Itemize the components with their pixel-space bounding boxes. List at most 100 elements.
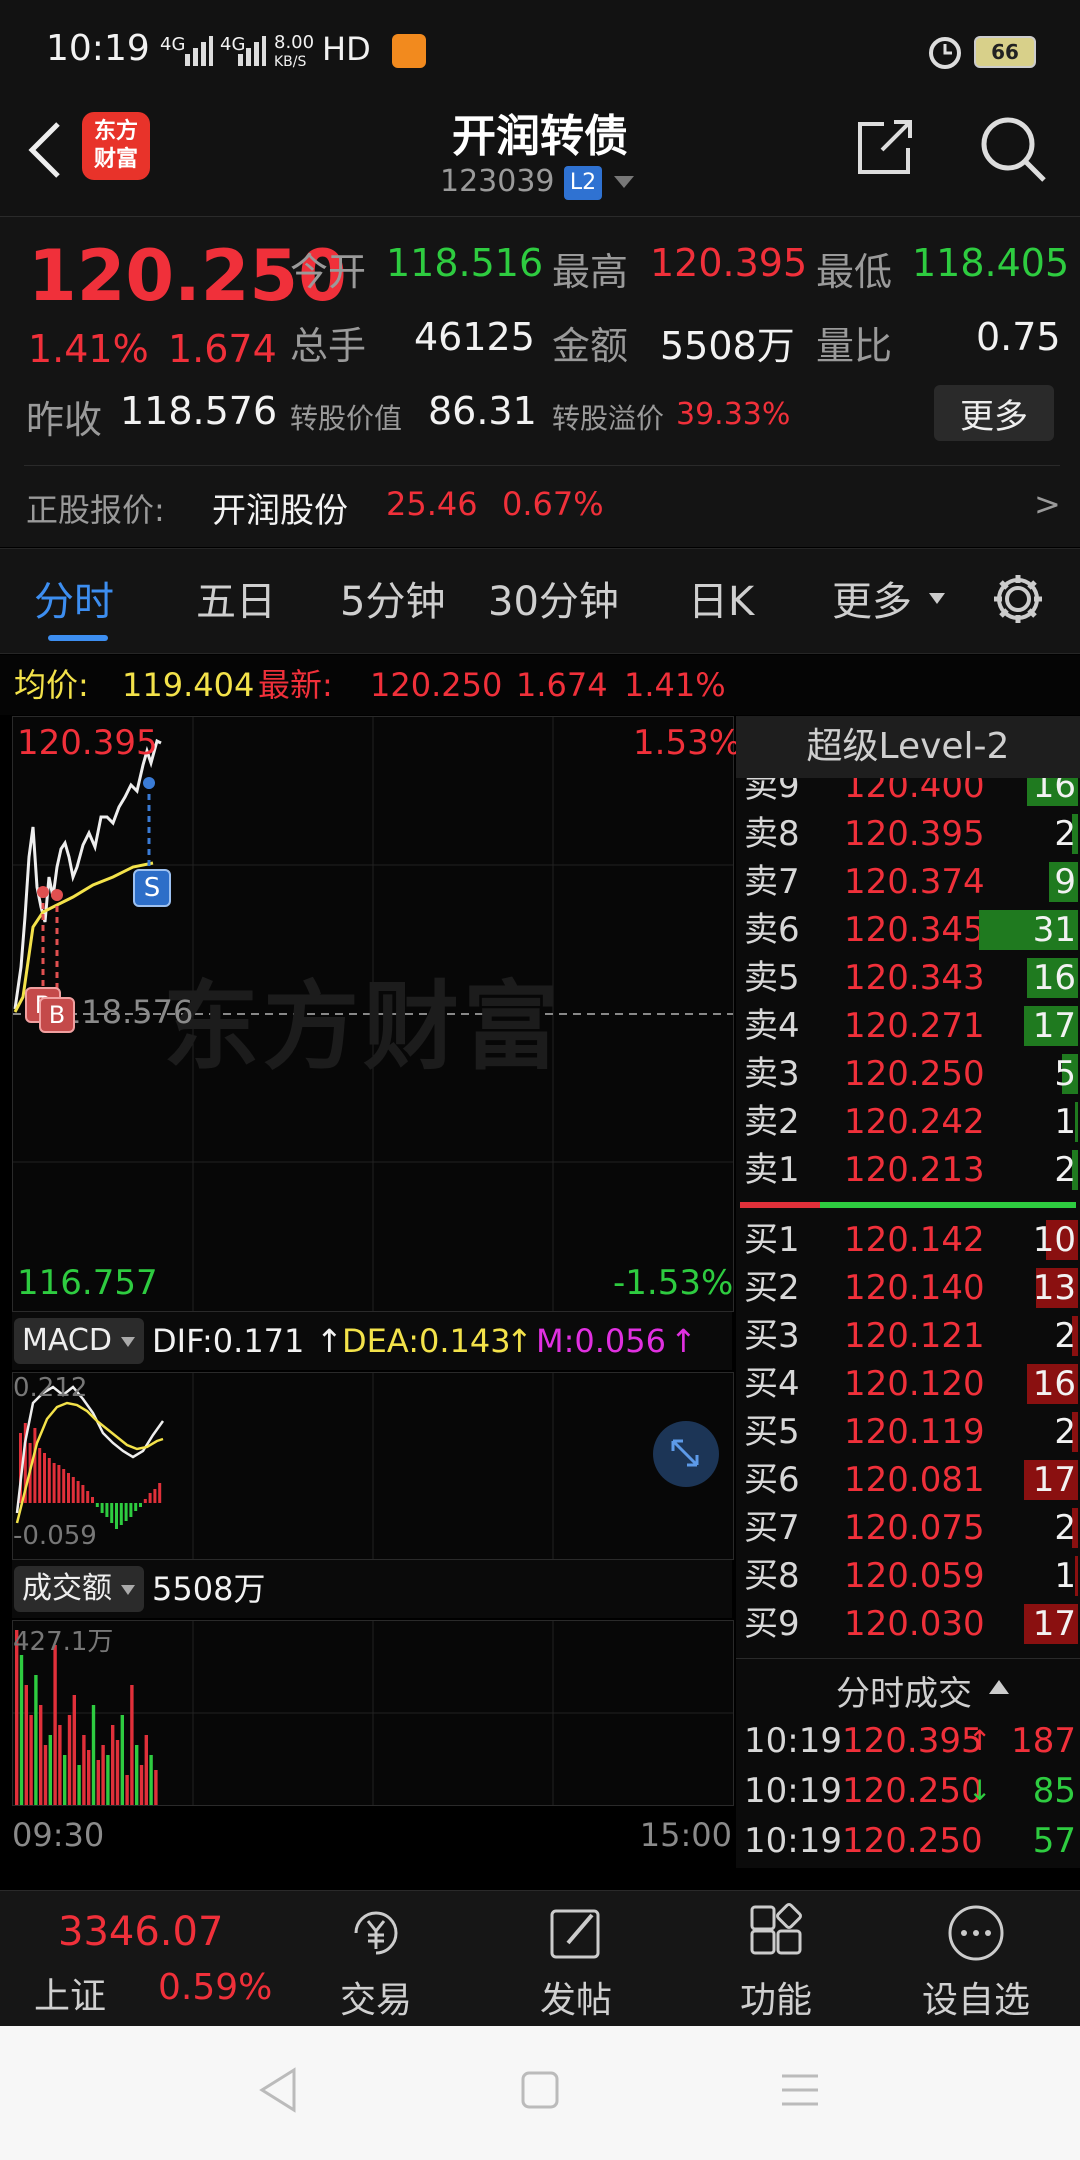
- tab-daily-k[interactable]: 日K: [688, 569, 754, 627]
- l2-badge[interactable]: L2: [564, 166, 602, 200]
- sell-row[interactable]: 卖5 120.343 16: [736, 954, 1080, 1002]
- system-home-icon[interactable]: [520, 2070, 560, 2110]
- bond-code: 123039: [440, 164, 555, 199]
- chart-top-price: 120.395: [17, 723, 158, 763]
- conversion-value: 86.31: [428, 389, 537, 433]
- search-icon[interactable]: [978, 114, 1048, 184]
- tab-5min[interactable]: 5分钟: [340, 569, 445, 627]
- tab-30min[interactable]: 30分钟: [488, 569, 619, 627]
- price-change: 1.674: [168, 327, 277, 371]
- back-arrow-icon[interactable]: [22, 118, 66, 182]
- sell-qty: 2: [1054, 1150, 1076, 1190]
- buy-price: 120.120: [844, 1364, 985, 1404]
- tab-five-day[interactable]: 五日: [196, 569, 276, 627]
- intraday-info-line: 均价: 119.404 最新: 120.250 1.674 1.41%: [0, 655, 1080, 715]
- more-button[interactable]: 更多: [934, 385, 1054, 441]
- buy-row[interactable]: 买1 120.142 10: [736, 1216, 1080, 1264]
- buy-row[interactable]: 买5 120.119 2: [736, 1408, 1080, 1456]
- tab-intraday[interactable]: 分时: [34, 569, 114, 627]
- macd-histogram-bar: [57, 1465, 61, 1503]
- volume-bar: [139, 1765, 144, 1805]
- trade-row: 10:19 120.395 ↑ 187: [736, 1716, 1080, 1766]
- sell-marker[interactable]: S: [133, 869, 171, 907]
- m-up-arrow-icon: ↑: [670, 1322, 697, 1360]
- macd-histogram-bar: [143, 1499, 147, 1503]
- sell-price: 120.242: [844, 1102, 985, 1142]
- buy-price: 120.075: [844, 1508, 985, 1548]
- alarm-icon: [929, 37, 961, 69]
- buy-row[interactable]: 买9 120.030 17: [736, 1600, 1080, 1648]
- sell-row[interactable]: 卖6 120.345 31: [736, 906, 1080, 954]
- system-back-icon[interactable]: [256, 2066, 300, 2114]
- buy-level-label: 买2: [744, 1268, 800, 1308]
- trades-title[interactable]: 分时成交: [836, 1666, 972, 1715]
- nav-trade[interactable]: 交易: [276, 1891, 476, 2027]
- macd-histogram-bar: [76, 1481, 80, 1503]
- buy-qty: 10: [1032, 1220, 1076, 1260]
- share-icon[interactable]: [854, 114, 918, 178]
- nav-trade-label: 交易: [339, 1980, 412, 2021]
- macd-histogram-bar: [33, 1428, 37, 1503]
- divider: [24, 465, 1060, 466]
- settings-gear-icon[interactable]: [990, 571, 1046, 627]
- stock-arrow-icon[interactable]: >: [1034, 485, 1061, 523]
- nav-functions[interactable]: 功能: [676, 1891, 876, 2027]
- sell-row[interactable]: 卖8 120.395 2: [736, 810, 1080, 858]
- buy-level-label: 买7: [744, 1508, 800, 1548]
- tab-more[interactable]: 更多: [832, 569, 912, 627]
- trade-qty: 85: [1032, 1771, 1076, 1811]
- level2-title[interactable]: 超级Level-2: [736, 716, 1080, 778]
- latest-label: 最新:: [258, 666, 333, 704]
- expand-chart-button[interactable]: [653, 1421, 719, 1487]
- dropdown-icon[interactable]: [120, 1336, 136, 1348]
- sell-row[interactable]: 卖1 120.213 2: [736, 1146, 1080, 1194]
- stock-name[interactable]: 开润股份: [212, 483, 348, 532]
- intraday-chart[interactable]: 东方财富 120.395 1.53% 118.576 116.757 -1.53…: [12, 716, 741, 1312]
- buy-row[interactable]: 买3 120.121 2: [736, 1312, 1080, 1360]
- conversion-premium-label: 转股溢价: [552, 402, 665, 435]
- status-bar: 10:19 4G 4G 8.00 KB/S HD 66: [0, 0, 1080, 100]
- sell-row[interactable]: 卖3 120.250 5: [736, 1050, 1080, 1098]
- sell-row[interactable]: 卖7 120.374 9: [736, 858, 1080, 906]
- dropdown-icon[interactable]: [120, 1584, 136, 1596]
- buy-row[interactable]: 买2 120.140 13: [736, 1264, 1080, 1312]
- macd-histogram-bar: [100, 1503, 104, 1513]
- buy-level-label: 买8: [744, 1556, 800, 1596]
- dropdown-triangle-icon[interactable]: [612, 172, 636, 192]
- nav-post[interactable]: 发帖: [476, 1891, 676, 2027]
- trade-row: 10:19 120.250 ↓ 85: [736, 1766, 1080, 1816]
- buy-row[interactable]: 买6 120.081 17: [736, 1456, 1080, 1504]
- buy-price: 120.059: [844, 1556, 985, 1596]
- volume-bar: [39, 1705, 43, 1805]
- volume-bar: [130, 1685, 134, 1805]
- volume-top-value: 427.1万: [13, 1627, 114, 1657]
- volume-chart[interactable]: 427.1万: [12, 1620, 734, 1806]
- volume-bar: [67, 1715, 72, 1805]
- trade-time: 10:19: [744, 1721, 842, 1761]
- buy-level-label: 买1: [744, 1220, 800, 1260]
- latest-value: 120.250: [370, 666, 503, 704]
- collapse-up-icon[interactable]: [988, 1678, 1010, 1696]
- buy-row[interactable]: 买7 120.075 2: [736, 1504, 1080, 1552]
- macd-histogram-bar: [95, 1503, 99, 1507]
- system-menu-icon[interactable]: [780, 2072, 820, 2108]
- tab-more-dropdown-icon[interactable]: [928, 591, 946, 607]
- sell-row[interactable]: 卖2 120.242 1: [736, 1098, 1080, 1146]
- sell-level-label: 卖3: [744, 1054, 800, 1094]
- buy-marker-2[interactable]: B: [39, 997, 75, 1033]
- open-value: 118.516: [386, 241, 544, 285]
- sell-row[interactable]: 卖4 120.271 17: [736, 1002, 1080, 1050]
- price-change-pct: 1.41%: [28, 327, 149, 371]
- buy-row[interactable]: 买8 120.059 1: [736, 1552, 1080, 1600]
- sell-price: 120.271: [844, 1006, 985, 1046]
- index-ticker[interactable]: 3346.07 上证 0.59%: [0, 1891, 290, 2027]
- buy-price: 120.121: [844, 1316, 985, 1356]
- volume-bar: [72, 1695, 76, 1805]
- hd-indicator: HD: [322, 30, 371, 68]
- nav-watchlist[interactable]: 设自选: [876, 1891, 1076, 2027]
- buy-row[interactable]: 买4 120.120 16: [736, 1360, 1080, 1408]
- sell-row[interactable]: 卖9 120.400 16: [736, 778, 1080, 810]
- prev-close-label: 昨收: [26, 398, 103, 442]
- macd-chart[interactable]: 0.212 -0.059: [12, 1372, 734, 1560]
- net-speed: 8.00: [274, 32, 315, 53]
